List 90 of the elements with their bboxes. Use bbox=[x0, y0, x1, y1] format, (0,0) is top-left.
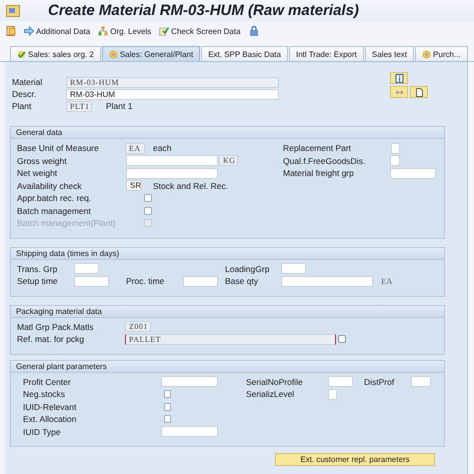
field-label: SerializLevel bbox=[246, 389, 296, 400]
input-field[interactable] bbox=[391, 142, 400, 154]
field-label: Appr.batch rec. req. bbox=[17, 193, 92, 204]
field-label: Qual.f.FreeGoodsDis. bbox=[283, 156, 366, 166]
checkbox[interactable] bbox=[144, 194, 152, 202]
check-screen-icon bbox=[159, 26, 170, 36]
document-icon[interactable] bbox=[6, 26, 16, 36]
section-header: Shipping data (times in days) bbox=[11, 248, 444, 260]
field-description: Plant 1 bbox=[106, 101, 134, 111]
field-label: Batch management bbox=[17, 206, 92, 216]
checkbox[interactable] bbox=[164, 415, 171, 424]
document-button[interactable] bbox=[410, 86, 428, 98]
tab[interactable]: Sales text bbox=[364, 46, 414, 61]
field-label: Base qty bbox=[225, 276, 260, 286]
field-label: Availability check bbox=[17, 180, 83, 191]
tab[interactable]: Purch... bbox=[415, 46, 468, 61]
field-label: LoadingGrp bbox=[225, 264, 270, 274]
arrow-icon bbox=[24, 26, 34, 36]
field-description: Stock and Rel. Rec. bbox=[153, 180, 230, 191]
input-field[interactable] bbox=[183, 276, 218, 287]
section-header: General plant parameters bbox=[11, 360, 444, 372]
input-field[interactable] bbox=[411, 376, 431, 388]
input-field[interactable]: PLT1 bbox=[66, 100, 92, 112]
info-button[interactable] bbox=[390, 72, 408, 84]
input-field[interactable] bbox=[281, 263, 306, 274]
input-field[interactable] bbox=[161, 426, 218, 438]
field-label: Descr. bbox=[12, 89, 38, 99]
field-description: each bbox=[153, 143, 172, 154]
field-label: Material bbox=[12, 77, 44, 87]
field-label: Plant bbox=[12, 101, 32, 111]
section-header: General data bbox=[11, 127, 444, 139]
field-label: Net weight bbox=[17, 168, 58, 178]
input-field[interactable] bbox=[328, 376, 353, 388]
input-field[interactable] bbox=[74, 276, 109, 287]
window-title: Create Material RM-03-HUM (Raw materials) bbox=[48, 2, 359, 19]
unit-label: EA bbox=[381, 276, 394, 286]
checkbox[interactable] bbox=[164, 402, 171, 411]
input-field[interactable]: PALLET bbox=[125, 334, 336, 345]
field-label: Ref. mat. for pckg bbox=[17, 334, 86, 344]
field-label: Proc. time bbox=[126, 276, 166, 286]
tab[interactable]: Sales: sales org. 2 bbox=[10, 46, 101, 61]
field-label: IUID Type bbox=[23, 426, 62, 437]
input-field[interactable]: Z001 bbox=[125, 321, 151, 332]
input-field[interactable] bbox=[126, 155, 218, 166]
tab[interactable]: Intl Trade: Export bbox=[288, 46, 364, 61]
double-arrow-icon bbox=[394, 88, 404, 96]
field-label: DistProf bbox=[364, 376, 396, 387]
field-label: Gross weight bbox=[17, 156, 68, 166]
field-label: Base Unit of Measure bbox=[17, 143, 100, 154]
pending-status-icon bbox=[422, 50, 432, 58]
search-help-icon[interactable] bbox=[338, 335, 346, 344]
app-icon bbox=[6, 4, 20, 16]
input-field[interactable] bbox=[390, 168, 436, 179]
field-label: Trans. Grp bbox=[17, 264, 58, 274]
tab[interactable]: Sales: General/Plant bbox=[102, 46, 200, 61]
input-field[interactable]: EA bbox=[125, 142, 145, 154]
pending-status-icon bbox=[108, 50, 118, 58]
checkbox[interactable] bbox=[144, 206, 152, 215]
toolbar-button[interactable]: Org. Levels bbox=[98, 26, 152, 36]
toolbar-button[interactable]: Additional Data bbox=[24, 26, 90, 36]
field-label: Replacement Part bbox=[283, 143, 352, 154]
input-field[interactable] bbox=[390, 155, 400, 166]
info-icon bbox=[394, 74, 404, 82]
field-label: SerialNoProfile bbox=[246, 376, 304, 387]
field-label: Matl Grp Pack.Matls bbox=[17, 322, 95, 332]
field-label: Setup time bbox=[17, 276, 59, 286]
input-field[interactable]: RM-03-HUM bbox=[66, 76, 279, 88]
field-label: Batch management(Plant) bbox=[17, 218, 117, 228]
input-field[interactable]: SR bbox=[126, 180, 142, 192]
lock-icon[interactable] bbox=[248, 26, 259, 36]
input-field[interactable]: RM-03-HUM bbox=[66, 88, 279, 100]
org-chart-icon bbox=[98, 26, 108, 36]
field-label: Material freight grp bbox=[283, 168, 355, 178]
ext-customer-parameters-button[interactable]: Ext. customer repl. parameters bbox=[275, 453, 435, 466]
tab[interactable]: Ext. SPP Basic Data bbox=[201, 46, 288, 61]
field-label: Neg.stocks bbox=[23, 389, 66, 400]
field-label: IUID-Relevant bbox=[23, 402, 78, 412]
field-label: Profit Center bbox=[23, 376, 72, 387]
input-field[interactable] bbox=[161, 376, 218, 388]
input-field[interactable] bbox=[126, 168, 218, 179]
checkbox[interactable] bbox=[164, 390, 171, 398]
completed-status-icon bbox=[17, 50, 26, 58]
input-field[interactable]: KG bbox=[219, 155, 238, 166]
document-icon bbox=[414, 88, 424, 96]
input-field[interactable] bbox=[74, 263, 99, 274]
input-field[interactable] bbox=[328, 388, 337, 400]
field-label: Ext. Allocation bbox=[23, 414, 78, 424]
input-field[interactable] bbox=[281, 276, 373, 287]
toolbar-button[interactable]: Check Screen Data bbox=[159, 26, 241, 36]
section-header: Packaging material data bbox=[11, 306, 444, 318]
